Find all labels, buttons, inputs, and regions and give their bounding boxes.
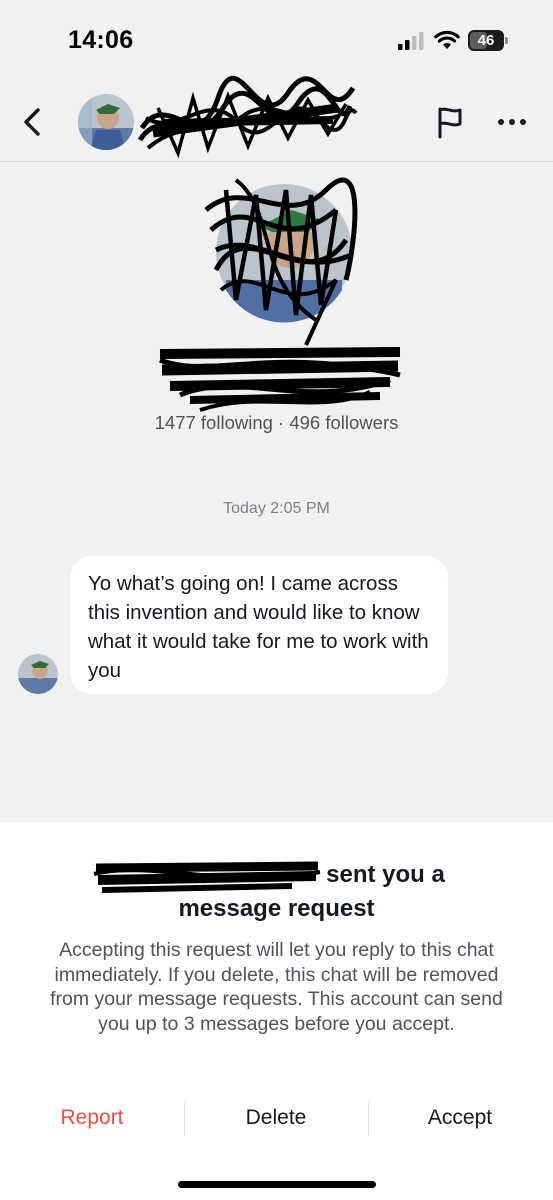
sheet-title-line2: message request [178,895,375,922]
sheet-title: sent you a message request [0,858,553,926]
report-button[interactable]: Report [0,1092,184,1144]
redacted-username [138,75,358,159]
sheet-description: Accepting this request will let you repl… [50,939,503,1035]
accept-button[interactable]: Accept [368,1092,552,1144]
chevron-left-icon[interactable] [14,102,50,142]
request-actions: Report Delete Accept [0,1092,553,1144]
home-indicator[interactable] [178,1181,376,1188]
follow-stats: 1477 following · 496 followers [154,412,399,433]
chat-header [0,75,553,162]
header-avatar[interactable] [78,94,134,150]
wifi-icon [434,30,460,49]
signal-icon [398,32,424,50]
redacted-profile-name [159,347,401,412]
status-time: 14:06 [68,26,134,54]
flag-icon[interactable] [432,104,468,140]
delete-button[interactable]: Delete [184,1092,368,1144]
sheet-title-line1: sent you a [326,861,445,888]
battery-icon: 46 [468,30,508,51]
message-timestamp: Today 2:05 PM [223,500,330,517]
message-bubble[interactable]: Yo what’s going on! I came across this i… [70,556,448,694]
profile-avatar[interactable] [196,170,366,355]
chat-screen: 14:06 46 1477 following · 496 followers … [0,0,553,1200]
more-horizontal-icon[interactable] [494,108,530,136]
battery-level: 46 [477,32,495,49]
sender-avatar[interactable] [18,654,58,694]
message-request-sheet: sent you a message request Accepting thi… [0,822,553,1200]
